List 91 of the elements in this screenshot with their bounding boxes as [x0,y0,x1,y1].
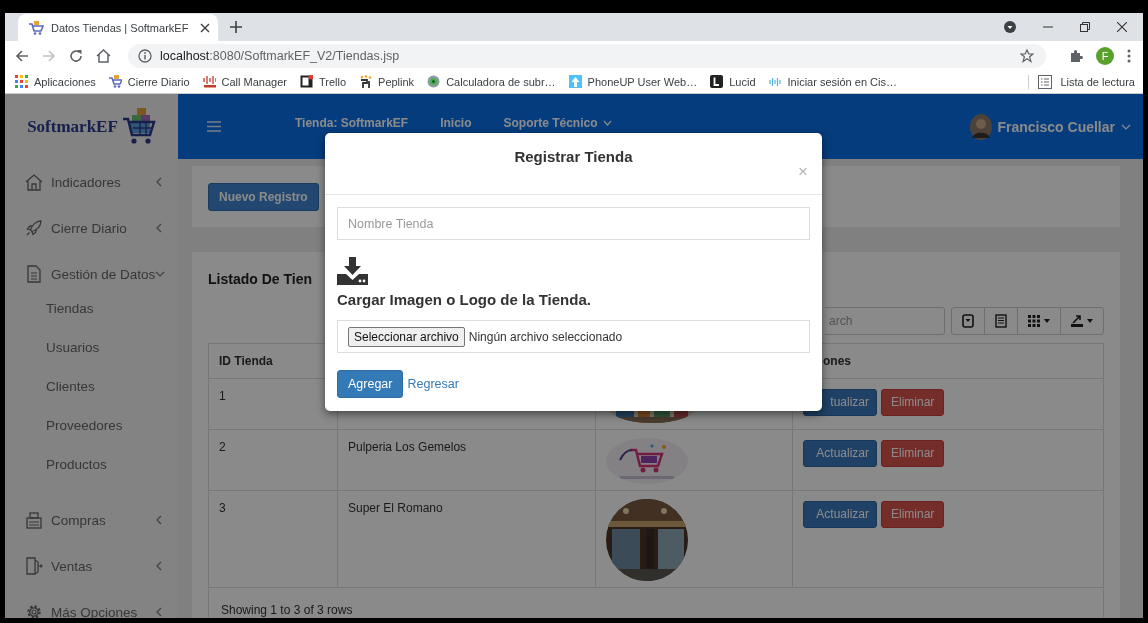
cart-icon [28,19,44,36]
card-icon [962,314,974,328]
sidebar-item[interactable]: Ventas [5,543,178,589]
globe-icon [427,75,441,88]
new-record-button[interactable]: Nuevo Registro [208,183,319,211]
bookmark[interactable]: Iniciar sesión en Cis… [768,75,897,88]
restore-icon[interactable] [1080,22,1090,32]
choose-file-button[interactable]: Seleccionar archivo [348,326,465,347]
square-icon [710,75,724,88]
table-cell: 3 [209,490,338,587]
info-icon [138,48,152,63]
user-menu[interactable]: Francisco Cuellar [969,113,1131,140]
list-icon [995,314,1007,328]
address-bar[interactable]: localhost:8080/SoftmarkEF_V2/Tiendas.jsp [128,43,1046,68]
brand-name: SoftmarkEF [27,116,118,137]
view-toggle-button[interactable] [951,307,985,335]
sidebar-subitem[interactable]: Productos [5,445,178,484]
menu-icon[interactable] [207,121,221,132]
sidebar-subitem[interactable]: Clientes [5,367,178,406]
bookmark[interactable]: Lucid [710,75,756,88]
more-menu-icon[interactable] [1127,48,1131,63]
delete-button[interactable]: Eliminar [881,439,945,467]
cart-logo [121,106,156,147]
caret-icon [1121,123,1131,130]
delete-button[interactable]: Eliminar [881,388,945,416]
list-view-button[interactable] [984,307,1018,335]
square-icon [299,75,313,88]
sidebar-item[interactable]: Compras [5,497,178,543]
list-icon [1038,74,1053,89]
reload-icon[interactable] [69,48,83,63]
gear-icon [25,603,43,618]
bookmark[interactable]: Aplicaciones [15,75,96,88]
name-field[interactable]: Nombre Tienda [337,207,810,240]
grid-icon [1028,314,1040,328]
bookmark[interactable]: Calculadora de subr… [427,75,556,88]
back-link[interactable]: Regresar [407,377,459,391]
house-icon [25,173,43,191]
close-button[interactable]: × [798,163,808,180]
rocket-icon [25,219,43,237]
register-icon [25,511,43,529]
caret-icon [1087,319,1093,323]
home-icon[interactable] [96,48,111,63]
sidebar-subitem[interactable]: Usuarios [5,328,178,367]
file-status: Ningún archivo seleccionado [468,329,623,344]
bookmark[interactable]: Call Manager [202,75,287,88]
reading-list-button[interactable]: Lista de lectura [1028,74,1135,89]
app-grid-icon [15,75,28,88]
dropdown-circle-icon[interactable] [1004,21,1016,33]
sidebar-subitem[interactable]: Proveedores [5,406,178,445]
bars-icon [202,75,216,88]
export-icon [1071,314,1083,328]
export-button[interactable] [1060,307,1104,335]
sidebar-item[interactable]: Indicadores [5,159,178,205]
update-button[interactable]: Actualizar [803,439,877,467]
avatar [969,113,992,140]
close-icon[interactable] [200,22,210,33]
sidebar-item[interactable]: Cierre Diario [5,205,178,251]
nav-link[interactable]: Inicio [440,116,472,130]
upload-label: Cargar Imagen o Logo de la Tienda. [337,291,592,308]
back-arrow-icon[interactable] [15,48,29,63]
bookmark[interactable]: PhoneUP User Web… [568,75,698,88]
delete-button[interactable]: Eliminar [881,500,945,528]
bookmark[interactable]: Peplink [359,75,415,88]
download-icon [337,257,368,285]
update-button[interactable]: Actualizar [803,500,877,528]
table-cell: Super El Romano [337,490,596,587]
columns-button[interactable] [1017,307,1061,335]
bookmark[interactable]: Cierre Diario [108,75,190,88]
table-cell: 2 [209,429,338,490]
close-icon[interactable] [1117,22,1127,32]
bars-icon [768,75,782,88]
dots-icon [359,75,373,88]
door-icon [25,557,43,575]
pagination-info: Showing 1 to 3 of 3 rows [220,601,354,618]
nav-link[interactable]: Soporte Técnico [503,116,612,130]
cart-icon [108,75,122,88]
star-icon[interactable] [1020,48,1034,63]
nav-link[interactable]: Tienda: SoftmarkEF [295,116,409,130]
document-icon [25,265,43,283]
caret-icon [1044,319,1050,323]
card-title: Listado De Tien [208,271,313,288]
file-input[interactable]: Seleccionar archivo Ningún archivo seleccionado [337,320,810,353]
arrow-up-icon [568,75,582,88]
puzzle-icon[interactable] [1069,48,1083,63]
profile-avatar[interactable]: F [1096,46,1114,65]
browser-tab[interactable]: Datos Tiendas | SoftmarkEF [18,14,218,41]
add-button[interactable]: Agregar [337,370,404,398]
bookmark[interactable]: Trello [299,75,347,88]
table-cell: Pulperia Los Gemelos [337,429,596,490]
modal-title: Registrar Tienda [513,148,634,165]
plus-icon[interactable] [230,21,242,33]
